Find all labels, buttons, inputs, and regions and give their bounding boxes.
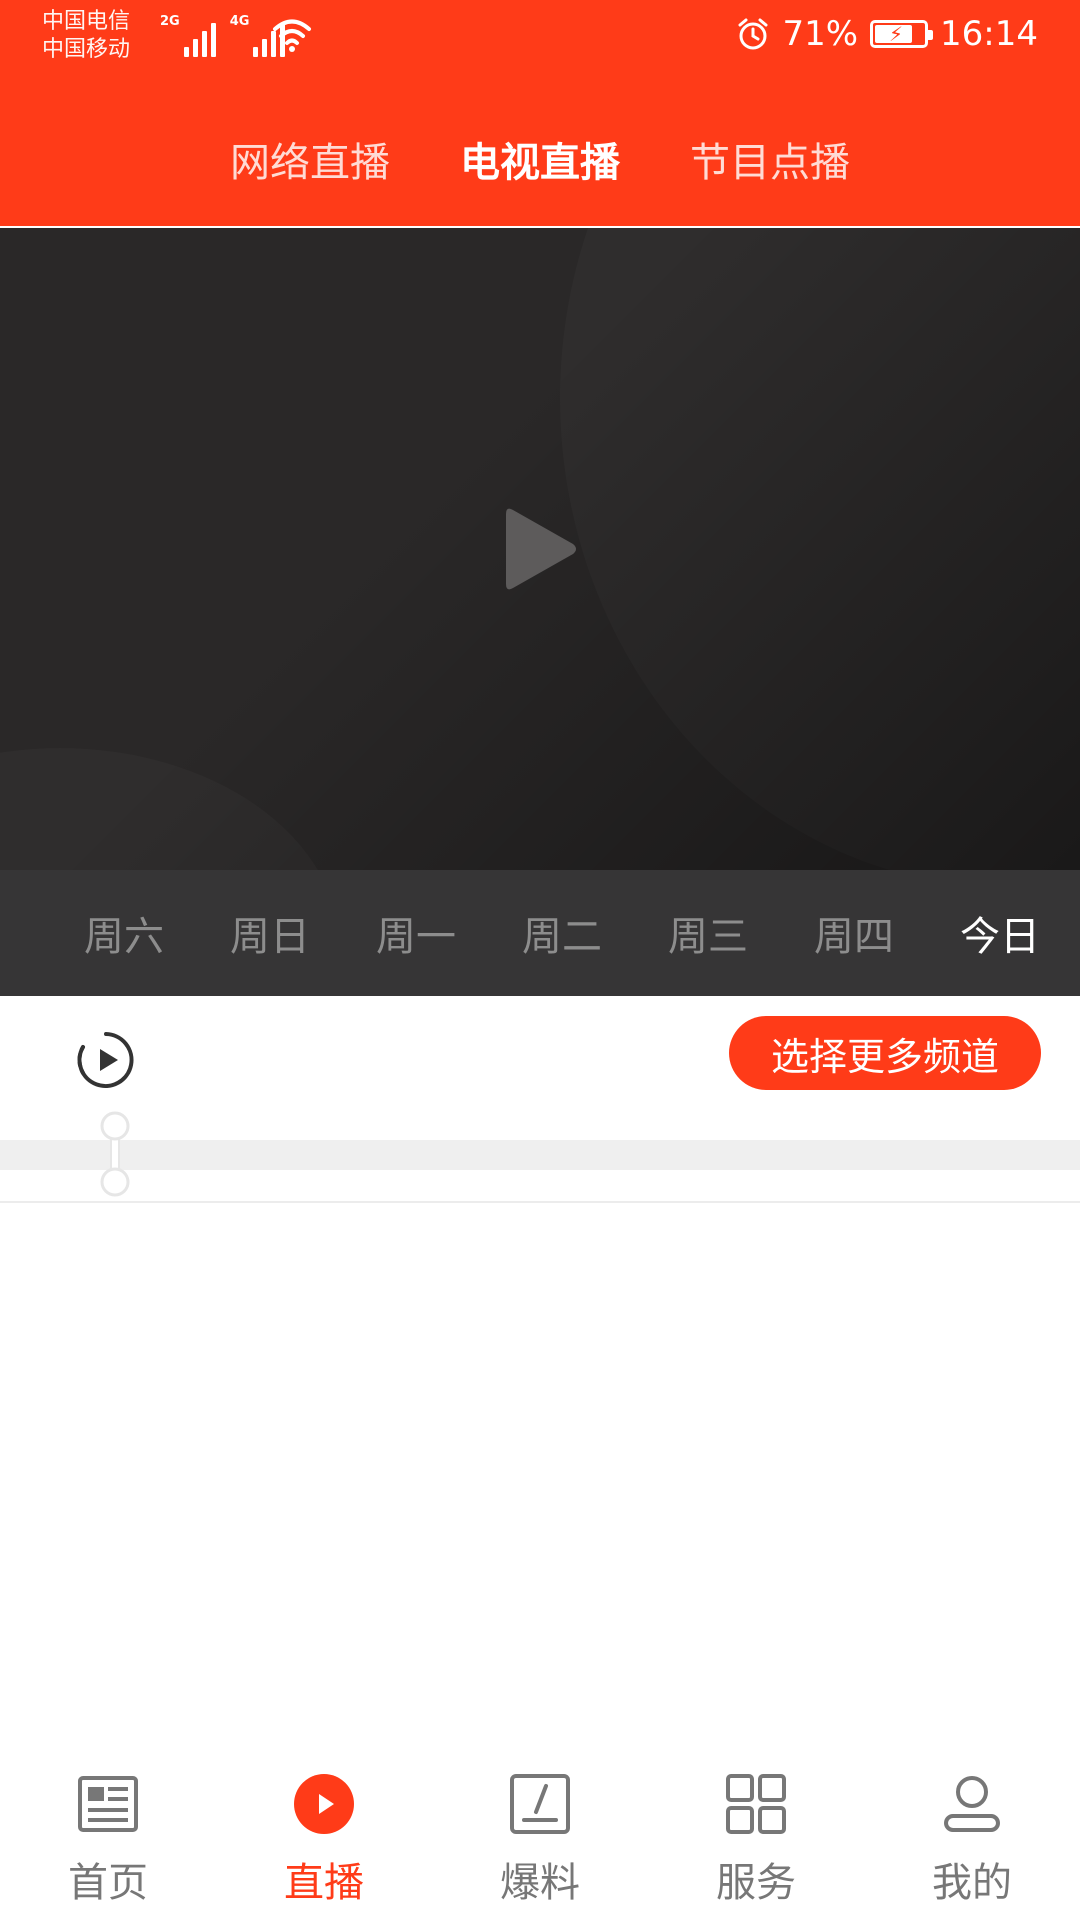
header: 中国电信 中国移动 2G 4G 71% ⚡ 16:14 网络直播 电视直播 节目… bbox=[0, 0, 1080, 226]
status-right: 71% ⚡ 16:14 bbox=[736, 14, 1038, 54]
replay-icon[interactable] bbox=[74, 1028, 138, 1092]
timeline-handle-icon[interactable] bbox=[98, 1110, 132, 1200]
user-icon bbox=[944, 1776, 1000, 1832]
top-tabs: 网络直播 电视直播 节目点播 bbox=[0, 130, 1080, 190]
timeline-track[interactable] bbox=[0, 1140, 1080, 1170]
edit-icon bbox=[510, 1774, 570, 1834]
bottom-nav: 首页 直播 爆料 服务 我的 bbox=[0, 1748, 1080, 1920]
network-type-2: 4G bbox=[229, 14, 250, 29]
network-type-1: 2G bbox=[160, 14, 180, 29]
nav-report-label: 爆料 bbox=[500, 1860, 580, 1906]
carrier-2: 中国移动 bbox=[42, 37, 131, 62]
news-icon bbox=[78, 1776, 138, 1832]
day-mon[interactable]: 周一 bbox=[376, 904, 456, 962]
wifi-icon bbox=[273, 19, 311, 52]
day-sun[interactable]: 周日 bbox=[230, 904, 310, 962]
alarm-icon bbox=[738, 18, 768, 50]
tab-on-demand[interactable]: 节目点播 bbox=[690, 130, 850, 190]
more-channels-button[interactable]: 选择更多频道 bbox=[729, 1016, 1041, 1090]
nav-report[interactable]: 爆料 bbox=[432, 1748, 648, 1920]
carrier-names: 中国电信 中国移动 bbox=[42, 8, 130, 64]
tab-web-live[interactable]: 网络直播 bbox=[230, 130, 390, 190]
nav-service[interactable]: 服务 bbox=[648, 1748, 864, 1920]
nav-service-label: 服务 bbox=[716, 1860, 796, 1906]
day-sat[interactable]: 周六 bbox=[84, 904, 164, 962]
signal-1: 2G bbox=[160, 14, 216, 57]
day-tue[interactable]: 周二 bbox=[522, 904, 602, 962]
clock: 16:14 bbox=[940, 14, 1038, 54]
battery-icon: ⚡ bbox=[870, 20, 934, 48]
day-today[interactable]: 今日 bbox=[960, 904, 1040, 962]
live-play-icon bbox=[294, 1774, 354, 1834]
nav-home[interactable]: 首页 bbox=[0, 1748, 216, 1920]
nav-live-label: 直播 bbox=[284, 1860, 364, 1906]
divider bbox=[0, 1201, 1080, 1203]
tab-tv-live[interactable]: 电视直播 bbox=[460, 130, 620, 190]
play-icon[interactable] bbox=[500, 506, 580, 592]
signal-bars-icon bbox=[183, 19, 216, 57]
video-player[interactable] bbox=[0, 228, 1080, 870]
signal-indicators: 2G 4G bbox=[160, 14, 286, 57]
day-thu[interactable]: 周四 bbox=[814, 904, 894, 962]
battery-percent: 71% bbox=[782, 14, 859, 54]
nav-live[interactable]: 直播 bbox=[216, 1748, 432, 1920]
status-bar: 中国电信 中国移动 2G 4G 71% ⚡ 16:14 bbox=[0, 0, 1080, 80]
grid-icon bbox=[726, 1774, 786, 1834]
carrier-1: 中国电信 bbox=[42, 9, 131, 34]
day-selector: 周六 周日 周一 周二 周三 周四 今日 bbox=[0, 870, 1080, 996]
nav-mine-label: 我的 bbox=[932, 1860, 1012, 1906]
channel-strip: 选择更多频道 bbox=[0, 998, 1080, 1202]
nav-home-label: 首页 bbox=[68, 1860, 148, 1906]
nav-mine[interactable]: 我的 bbox=[864, 1748, 1080, 1920]
day-wed[interactable]: 周三 bbox=[668, 904, 748, 962]
